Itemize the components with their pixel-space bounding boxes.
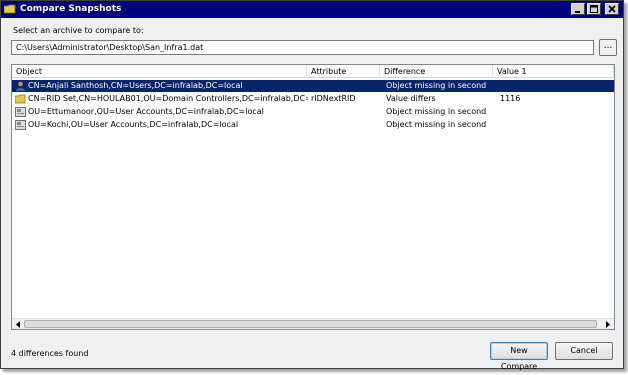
user-icon — [16, 81, 25, 91]
column-value-1[interactable]: Value 1 — [493, 65, 614, 78]
window-title: Compare Snapshots — [20, 4, 122, 14]
column-difference[interactable]: Difference — [380, 65, 493, 78]
scroll-left-button[interactable] — [12, 319, 23, 329]
cell-value-1 — [500, 80, 600, 92]
cell-object: CN=RID Set,CN=HOULAB01,OU=Domain Control… — [28, 94, 308, 103]
status-text: 4 differences found — [11, 349, 89, 358]
cell-object: OU=Ettumanoor,OU=User Accounts,DC=infral… — [28, 107, 264, 116]
table-row[interactable]: CN=RID Set,CN=HOULAB01,OU=Domain Control… — [12, 93, 614, 105]
arrow-left-icon — [15, 320, 20, 328]
ou-icon — [15, 107, 26, 117]
browse-button[interactable]: ... — [599, 39, 617, 56]
scroll-thumb[interactable] — [24, 320, 597, 328]
cell-object: CN=Anjali Santhosh,CN=Users,DC=infralab,… — [28, 81, 243, 90]
cell-attribute: rIDNextRID — [311, 94, 356, 103]
ou-icon — [15, 120, 26, 130]
table-row[interactable]: OU=Ettumanoor,OU=User Accounts,DC=infral… — [12, 106, 614, 118]
minimize-icon — [575, 11, 580, 13]
app-folder-icon — [4, 4, 16, 14]
horizontal-scrollbar[interactable] — [12, 318, 614, 329]
archive-label: Select an archive to compare to: — [13, 26, 144, 35]
new-compare-button[interactable]: New Compare — [490, 342, 548, 371]
cell-difference: Object missing in second — [386, 81, 487, 90]
cell-attribute — [311, 119, 381, 131]
cell-attribute — [311, 80, 381, 92]
close-button[interactable] — [605, 3, 619, 15]
cell-object: OU=Kochi,OU=User Accounts,DC=infralab,DC… — [28, 120, 239, 129]
cell-attribute — [311, 106, 381, 118]
archive-path-input[interactable]: C:\Users\Administrator\Desktop\San_Infra… — [11, 40, 594, 55]
maximize-button[interactable] — [587, 3, 601, 15]
cancel-button[interactable]: Cancel — [555, 342, 613, 360]
cell-value-1 — [500, 119, 600, 131]
arrow-right-icon — [605, 320, 610, 328]
differences-list[interactable]: Object Attribute Difference Value 1 CN=A… — [11, 64, 615, 330]
table-row[interactable]: OU=Kochi,OU=User Accounts,DC=infralab,DC… — [12, 119, 614, 131]
column-object[interactable]: Object — [12, 65, 307, 78]
cell-difference: Object missing in second — [386, 120, 487, 129]
folder-icon — [15, 94, 26, 104]
cell-value-1 — [500, 106, 600, 118]
close-icon — [608, 5, 616, 13]
table-row[interactable]: CN=Anjali Santhosh,CN=Users,DC=infralab,… — [12, 80, 614, 92]
title-bar[interactable]: Compare Snapshots — [1, 1, 623, 18]
cell-difference: Object missing in second — [386, 107, 487, 116]
maximize-icon — [590, 5, 598, 13]
scroll-right-button[interactable] — [602, 319, 613, 329]
cell-value-1: 1116 — [500, 94, 521, 103]
column-attribute[interactable]: Attribute — [307, 65, 380, 78]
minimize-button[interactable] — [571, 3, 585, 15]
compare-snapshots-window: Compare Snapshots Select an archive to c… — [0, 0, 624, 371]
cell-difference: Value differs — [386, 94, 436, 103]
list-header: Object Attribute Difference Value 1 — [12, 65, 614, 78]
